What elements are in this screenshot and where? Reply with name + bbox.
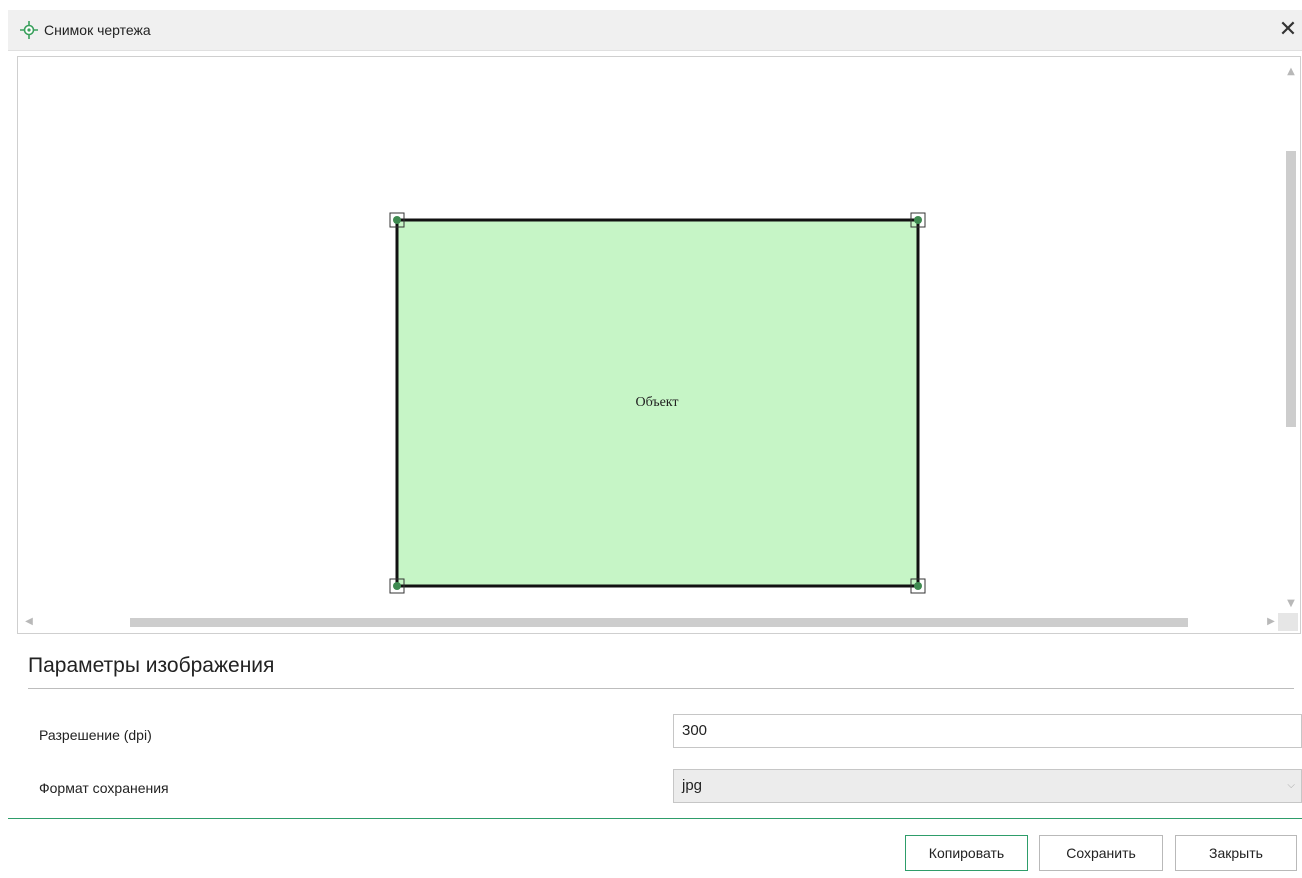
resolution-label: Разрешение (dpi) [39, 727, 152, 743]
image-params-heading: Параметры изображения [28, 654, 275, 677]
close-button[interactable]: Закрыть [1175, 835, 1297, 871]
dialog-titlebar: Снимок чертежа ✕ [8, 10, 1302, 51]
scroll-up-icon[interactable]: ▲ [1284, 65, 1298, 79]
vertical-scroll-thumb[interactable] [1286, 151, 1296, 427]
scroll-right-icon[interactable]: ▶ [1264, 615, 1278, 629]
crosshair-target-icon [20, 21, 38, 39]
object-label: Объект [635, 395, 678, 410]
drawing-preview: Объект [389, 212, 926, 594]
close-icon[interactable]: ✕ [1276, 18, 1300, 42]
copy-button[interactable]: Копировать [905, 835, 1028, 871]
format-value: jpg [682, 777, 703, 794]
horizontal-scroll-thumb[interactable] [130, 618, 1188, 627]
footer-divider [8, 818, 1302, 819]
format-label: Формат сохранения [39, 780, 169, 796]
drawing-canvas[interactable]: Объект ▲ ▼ ◀ ▶ [17, 56, 1301, 634]
scroll-down-icon[interactable]: ▼ [1284, 597, 1298, 611]
dialog-title: Снимок чертежа [44, 22, 151, 38]
format-select[interactable]: jpg ⌵ [673, 769, 1302, 803]
section-divider [28, 688, 1294, 689]
resolution-input[interactable]: 300 [673, 714, 1302, 748]
horizontal-scrollbar[interactable]: ◀ ▶ [22, 615, 1278, 629]
scroll-left-icon[interactable]: ◀ [22, 615, 36, 629]
vertical-scrollbar[interactable]: ▲ ▼ [1284, 65, 1298, 611]
scroll-corner [1278, 613, 1298, 631]
chevron-down-icon: ⌵ [1287, 780, 1295, 791]
resolution-value: 300 [682, 722, 708, 739]
save-button[interactable]: Сохранить [1039, 835, 1163, 871]
